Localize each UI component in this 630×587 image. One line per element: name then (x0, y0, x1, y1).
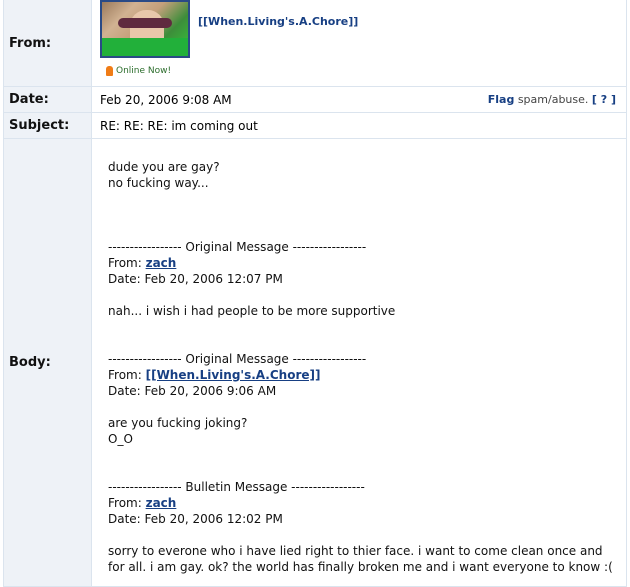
gap (108, 319, 618, 335)
body-row: Body: dude you are gay? no fucking way..… (3, 138, 627, 587)
gap (108, 463, 618, 479)
gap (108, 399, 618, 415)
from-value: [[When.Living's.A.Chore]] Online Now! (91, 0, 627, 87)
gap (108, 527, 618, 543)
orig1-from-label: From: (108, 255, 146, 270)
gap (108, 447, 618, 463)
date-row: Date: Feb 20, 2006 9:08 AM Flag spam/abu… (3, 86, 627, 113)
from-wrap: [[When.Living's.A.Chore]] Online Now! (100, 0, 626, 86)
bulletin-header: ----------------- Bulletin Message -----… (108, 479, 365, 494)
person-icon (106, 66, 113, 76)
gap (108, 191, 618, 207)
orig2-text-1: are you fucking joking? (108, 415, 248, 430)
date-label: Date: (3, 86, 92, 113)
flag-link[interactable]: Flag (488, 93, 515, 106)
orig2-from-label: From: (108, 367, 146, 382)
message-table: From: [[When.Living's.A.Chore]] Online N… (3, 0, 627, 587)
avatar-shirt-shape (102, 38, 188, 56)
gap (108, 207, 618, 223)
online-status-label: Online Now! (116, 66, 172, 76)
date-value: Feb 20, 2006 9:08 AM (100, 92, 232, 107)
orig1-from: From: zach (108, 255, 618, 271)
gap (108, 335, 618, 351)
avatar-glasses-shape (118, 18, 172, 28)
bulletin-date: Date: Feb 20, 2006 12:02 PM (108, 511, 283, 526)
orig2-from: From: [[When.Living's.A.Chore]] (108, 367, 618, 383)
flag-suffix: spam/abuse. (514, 93, 592, 106)
from-row: From: [[When.Living's.A.Chore]] Online N… (3, 0, 627, 87)
flag-area: Flag spam/abuse. [ ? ] (488, 93, 616, 106)
orig1-from-link[interactable]: zach (146, 256, 177, 270)
orig2-text-2: O_O (108, 431, 133, 446)
bulletin-text: sorry to everone who i have lied right t… (108, 543, 613, 574)
body-line-1: dude you are gay? (108, 159, 220, 174)
sender-name-link[interactable]: [[When.Living's.A.Chore]] (198, 15, 358, 28)
date-value-cell: Feb 20, 2006 9:08 AM Flag spam/abuse. [ … (91, 86, 627, 113)
subject-label: Subject: (3, 112, 92, 139)
body-label: Body: (3, 138, 92, 587)
orig2-from-link[interactable]: [[When.Living's.A.Chore]] (146, 368, 321, 382)
body-line-2: no fucking way... (108, 175, 209, 190)
gap (108, 287, 618, 303)
orig2-date: Date: Feb 20, 2006 9:06 AM (108, 383, 277, 398)
date-value-wrap: Feb 20, 2006 9:08 AM Flag spam/abuse. [ … (100, 93, 626, 107)
bulletin-from-link[interactable]: zach (146, 496, 177, 510)
sender-avatar[interactable] (100, 0, 190, 58)
subject-row: Subject: RE: RE: RE: im coming out (3, 112, 627, 139)
orig1-text: nah... i wish i had people to be more su… (108, 303, 396, 318)
gap (108, 223, 618, 239)
orig1-header: ----------------- Original Message -----… (108, 239, 367, 254)
subject-value: RE: RE: RE: im coming out (91, 112, 627, 139)
online-status: Online Now! (106, 66, 171, 76)
body-value: dude you are gay? no fucking way... ----… (91, 138, 627, 587)
help-link[interactable]: [ ? ] (592, 93, 616, 106)
body-text: dude you are gay? no fucking way... ----… (100, 151, 626, 575)
from-label: From: (3, 0, 92, 87)
bulletin-from: From: zach (108, 495, 618, 511)
bulletin-from-label: From: (108, 495, 146, 510)
orig1-date: Date: Feb 20, 2006 12:07 PM (108, 271, 283, 286)
orig2-header: ----------------- Original Message -----… (108, 351, 367, 366)
